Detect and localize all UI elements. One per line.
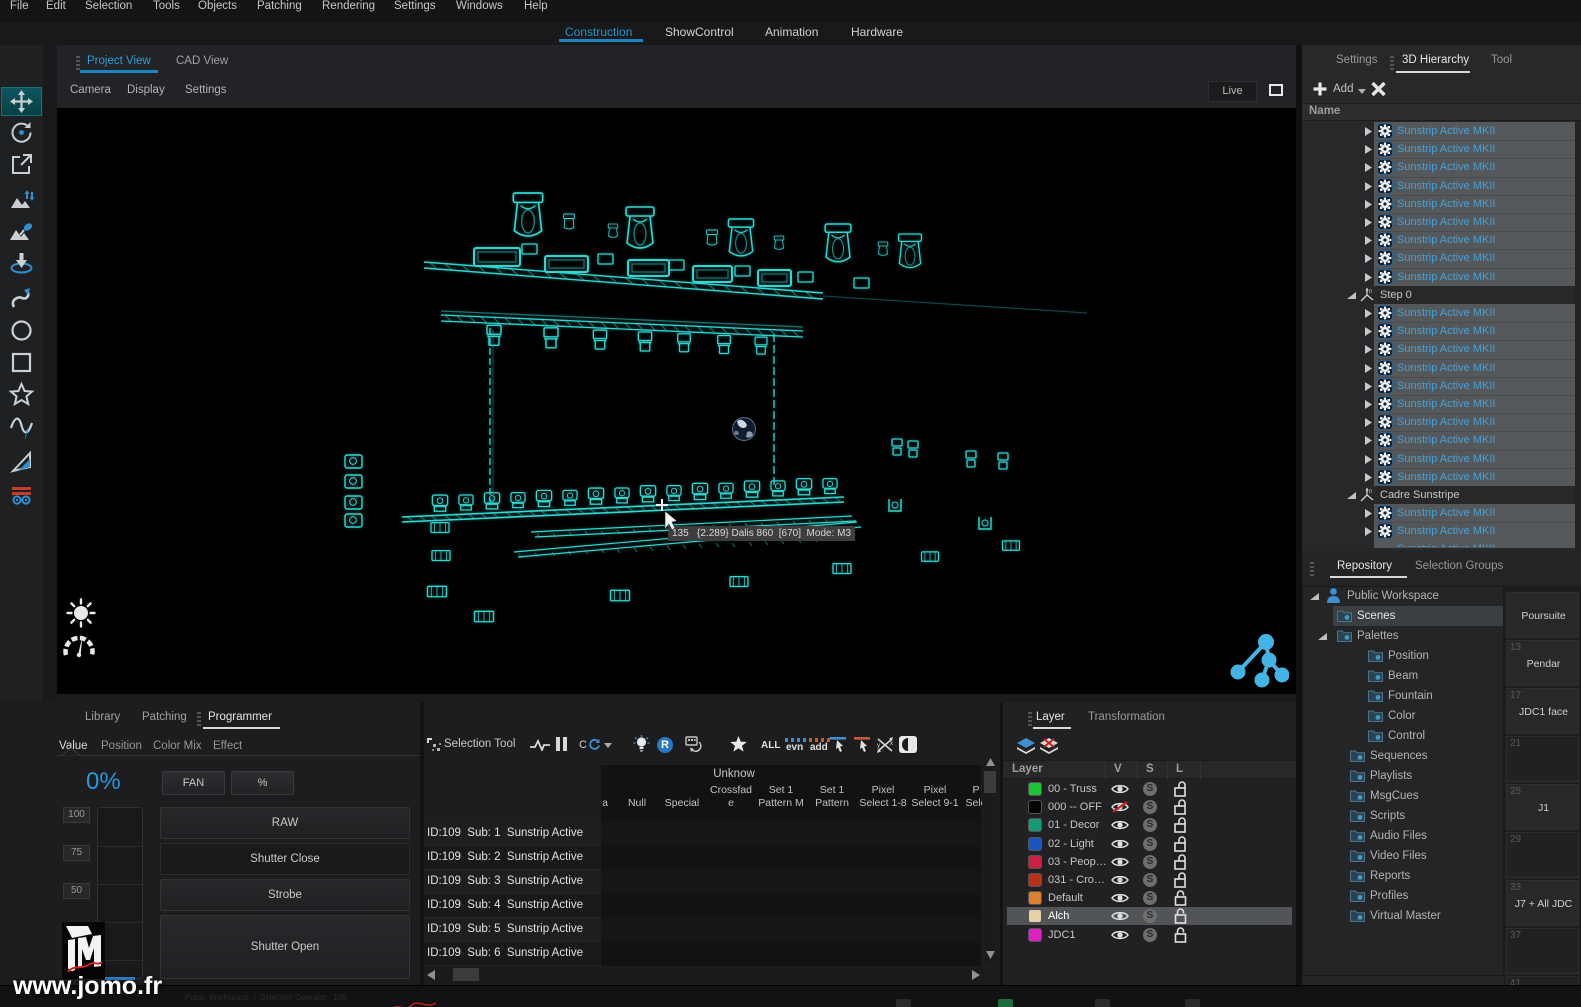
svg-text:0: 0 <box>1369 489 1372 495</box>
svg-text:0: 0 <box>1369 289 1372 295</box>
svg-text:x: x <box>890 741 893 747</box>
svg-text:y: y <box>877 743 880 749</box>
